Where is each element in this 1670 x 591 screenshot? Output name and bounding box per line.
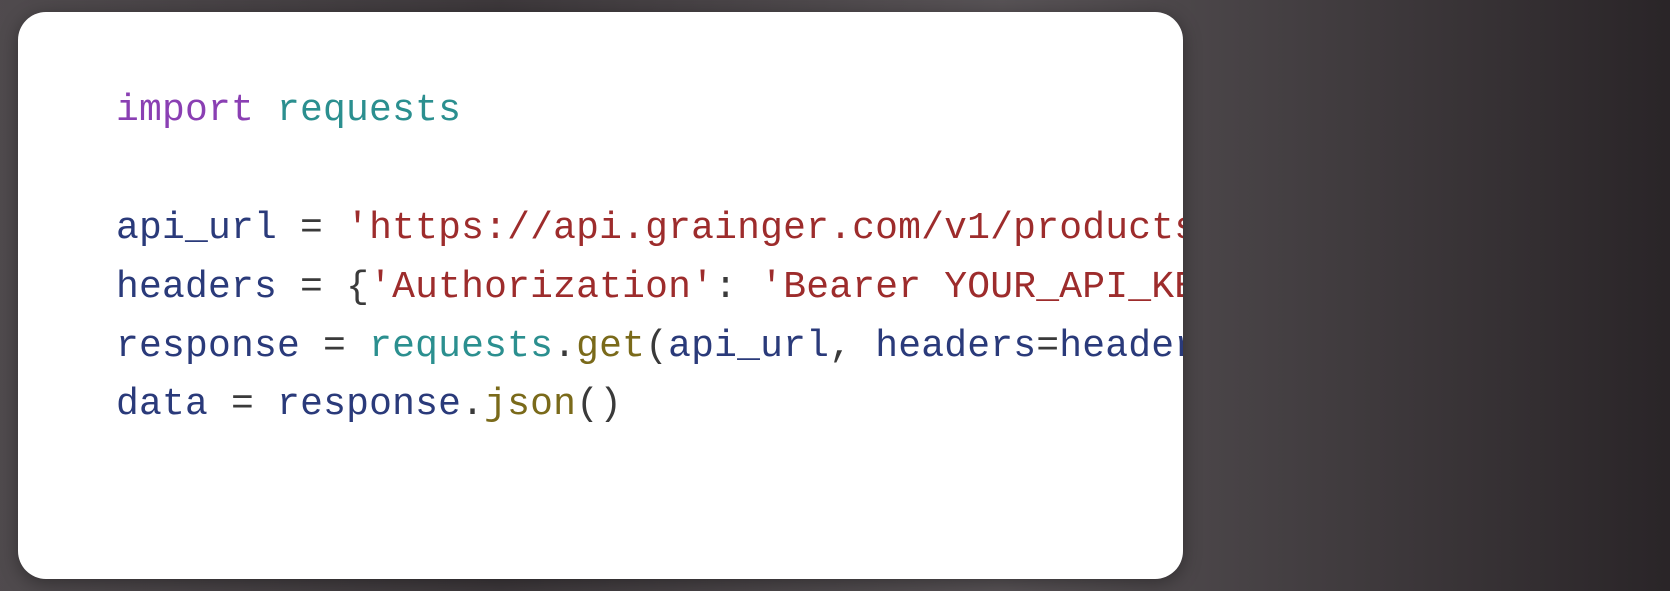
code-block: import requests api_url = 'https://api.g… [116,82,1123,435]
string-auth-val: 'Bearer YOUR_API_KEY' [760,266,1183,309]
keyword-import: import [116,89,254,132]
string-auth-key: 'Authorization' [369,266,714,309]
colon: : [714,266,737,309]
string-api-url: 'https://api.grainger.com/v1/products' [346,207,1183,250]
var-api-url: api_url [116,207,277,250]
module-requests: requests [277,89,461,132]
op-assign: = [231,383,254,426]
op-assign: = [300,266,323,309]
paren-close: ) [599,383,622,426]
arg-api-url: api_url [668,325,829,368]
dot: . [461,383,484,426]
obj-requests: requests [369,325,553,368]
paren-open: ( [645,325,668,368]
dot: . [553,325,576,368]
kwarg-headers-val: headers [1059,325,1183,368]
op-assign: = [323,325,346,368]
var-response: response [116,325,300,368]
code-card: import requests api_url = 'https://api.g… [18,12,1183,579]
kwarg-headers-name: headers [875,325,1036,368]
method-get: get [576,325,645,368]
comma: , [829,325,852,368]
kwarg-eq: = [1036,325,1059,368]
brace-open: { [346,266,369,309]
method-json: json [484,383,576,426]
obj-response: response [277,383,461,426]
paren-open: ( [576,383,599,426]
var-headers: headers [116,266,277,309]
op-assign: = [300,207,323,250]
var-data: data [116,383,208,426]
